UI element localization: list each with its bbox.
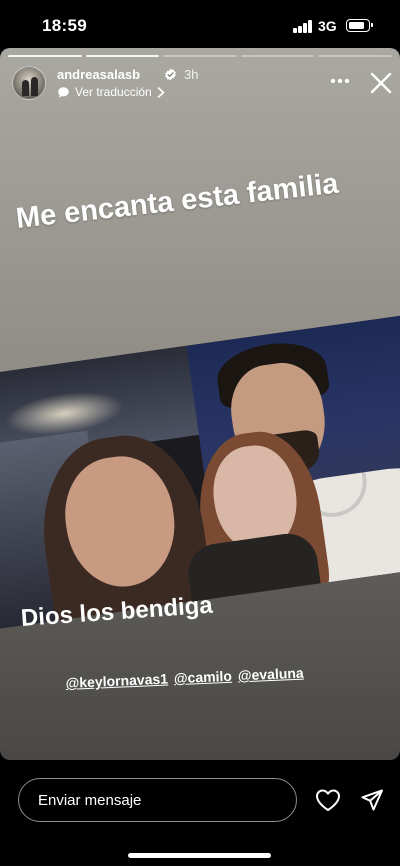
chevron-right-icon (157, 86, 165, 98)
status-bar: 18:59 3G (0, 0, 400, 50)
translate-label: Ver traducción (75, 85, 152, 99)
story-header: andreasalasb 3h Ver traducción (12, 66, 392, 106)
heart-icon[interactable] (315, 788, 341, 812)
battery-level (348, 21, 364, 29)
progress-segment (163, 55, 237, 57)
story-username[interactable]: andreasalasb (57, 67, 140, 82)
send-message-input[interactable] (18, 778, 297, 822)
story-viewer[interactable]: andreasalasb 3h Ver traducción Me encant… (0, 48, 400, 760)
mention-tag[interactable]: @evaluna (238, 665, 304, 684)
progress-segment (318, 55, 392, 57)
translate-link[interactable]: Ver traducción (57, 85, 165, 99)
story-time-ago: 3h (184, 67, 199, 82)
story-caption-top: Me encanta esta familia (14, 167, 340, 236)
mention-tag[interactable]: @camilo (174, 668, 233, 687)
avatar[interactable] (12, 66, 46, 100)
progress-segment (8, 55, 82, 57)
story-reply-bar (0, 760, 400, 866)
story-progress-bar (8, 55, 392, 58)
story-photo (0, 314, 400, 630)
mention-tag[interactable]: @keylornavas1 (65, 671, 168, 691)
verified-badge-icon (165, 68, 176, 81)
more-options-icon[interactable] (330, 78, 350, 84)
progress-segment (85, 55, 160, 57)
home-indicator (128, 853, 271, 858)
progress-segment (240, 55, 315, 57)
status-time: 18:59 (42, 16, 87, 35)
close-icon[interactable] (369, 71, 393, 95)
speech-bubble-icon (58, 86, 69, 98)
network-type: 3G (318, 18, 337, 34)
cellular-signal-icon (293, 20, 313, 33)
mention-list: @keylornavas1 @camilo @evaluna (65, 665, 304, 691)
battery-icon (346, 19, 373, 32)
send-icon[interactable] (360, 788, 384, 812)
